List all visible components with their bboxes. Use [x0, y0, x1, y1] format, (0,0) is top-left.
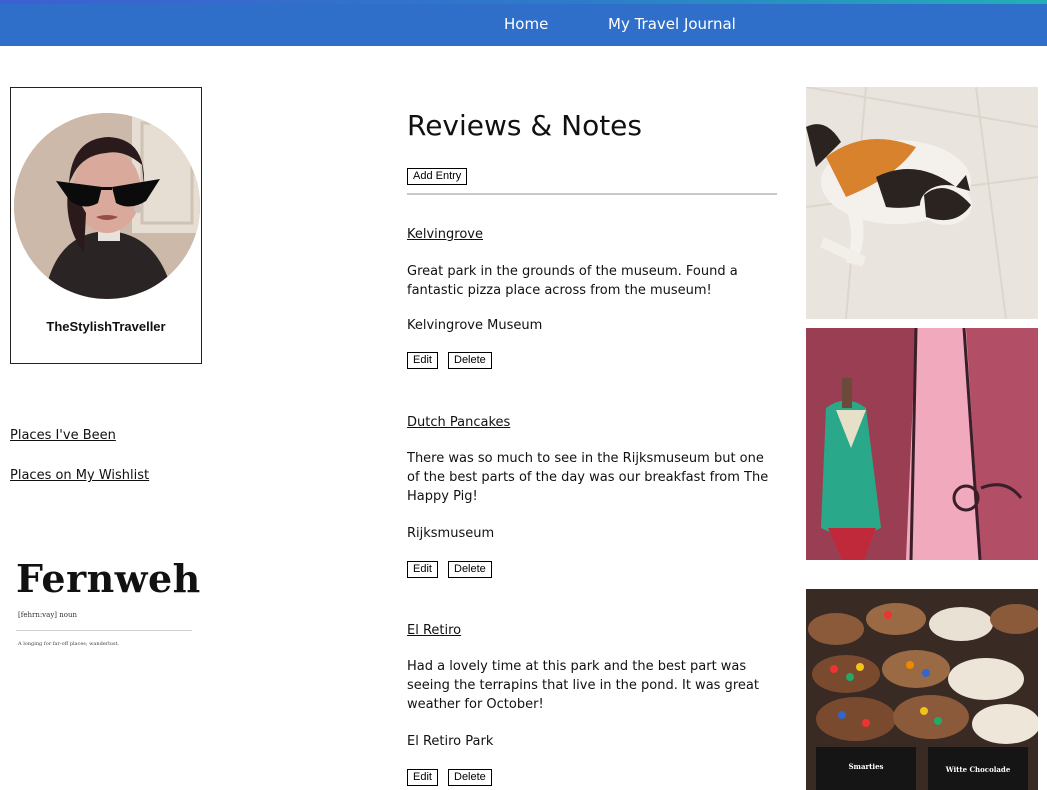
- profile-card: TheStylishTraveller: [10, 87, 202, 364]
- nav-link-travel-journal[interactable]: My Travel Journal: [608, 15, 736, 33]
- fernweh-divider: [16, 630, 192, 631]
- nav-accent-stripe: [0, 0, 1047, 4]
- entry-text: Had a lovely time at this park and the b…: [407, 659, 759, 712]
- page-title: Reviews & Notes: [407, 109, 642, 142]
- entry-place: Kelvingrove Museum: [407, 318, 543, 333]
- delete-button[interactable]: Delete: [448, 769, 492, 786]
- delete-button[interactable]: Delete: [448, 561, 492, 578]
- fernweh-definition: A longing for far-off places; wanderlust…: [18, 641, 120, 647]
- avatar-portrait-image: [14, 113, 200, 299]
- add-entry-button[interactable]: Add Entry: [407, 168, 468, 185]
- entry-title-link[interactable]: El Retiro: [407, 623, 461, 638]
- nav-link-home[interactable]: Home: [504, 15, 548, 33]
- fernweh-phonetic: [fehrn:vay] noun: [18, 611, 77, 619]
- entry-text: There was so much to see in the Rijksmus…: [407, 451, 769, 504]
- sidebar-link-places-been[interactable]: Places I've Been: [10, 428, 116, 443]
- delete-button[interactable]: Delete: [448, 352, 492, 369]
- avatar: [14, 113, 200, 299]
- fernweh-title: Fernweh: [16, 556, 201, 601]
- profile-username: TheStylishTraveller: [46, 319, 166, 334]
- edit-button[interactable]: Edit: [407, 561, 438, 578]
- fashion-exhibit-photo: [806, 328, 1038, 560]
- entry-title-link[interactable]: Dutch Pancakes: [407, 415, 510, 430]
- entry-text: Great park in the grounds of the museum.…: [407, 264, 738, 298]
- top-nav-bar: Home My Travel Journal: [0, 0, 1047, 46]
- entry-place: El Retiro Park: [407, 734, 494, 749]
- heading-divider: [407, 193, 777, 195]
- sidebar-link-wishlist[interactable]: Places on My Wishlist: [10, 468, 149, 483]
- entry-title-link[interactable]: Kelvingrove: [407, 227, 483, 242]
- cookies-photo: Smarties Witte Chocolade: [806, 589, 1038, 790]
- edit-button[interactable]: Edit: [407, 352, 438, 369]
- cookie-sign-left: Smarties: [848, 762, 884, 771]
- cookie-sign-right: Witte Chocolade: [945, 765, 1011, 774]
- entry-place: Rijksmuseum: [407, 526, 495, 541]
- cat-photo: [806, 87, 1038, 319]
- edit-button[interactable]: Edit: [407, 769, 438, 786]
